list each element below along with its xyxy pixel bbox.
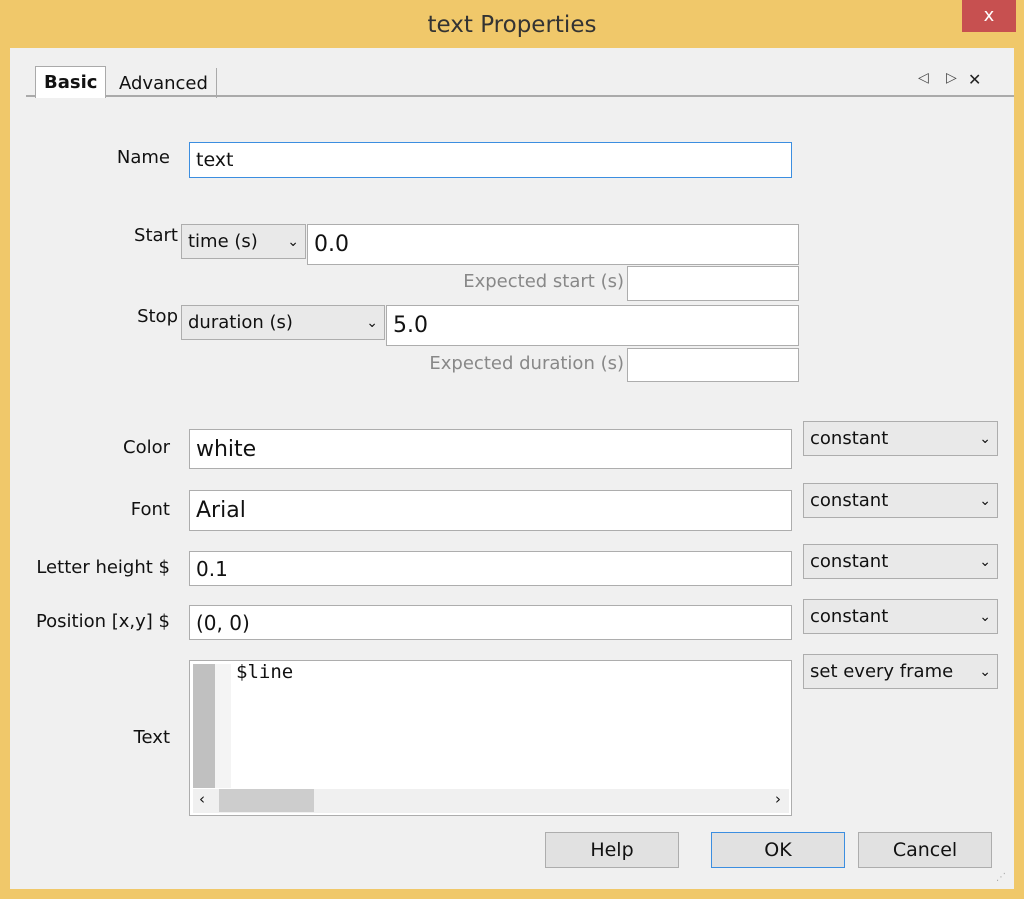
scrollbar-thumb[interactable] [219,789,314,812]
tab-close-icon[interactable]: ✕ [968,70,981,89]
text-mode-value: set every frame [810,661,954,682]
start-label: Start [134,225,178,246]
position-input[interactable]: (0, 0) [189,605,792,640]
resize-grip-icon[interactable]: ⋰ [996,872,1006,883]
tab-basic[interactable]: Basic [35,66,107,98]
chevron-down-icon: ⌄ [979,608,991,625]
expected-start-label: Expected start (s) [463,271,624,292]
letter-height-mode-select[interactable]: constant ⌄ [803,544,998,579]
stop-label: Stop [137,306,178,327]
chevron-down-icon: ⌄ [366,314,378,331]
start-type-select[interactable]: time (s) ⌄ [181,224,306,259]
position-label: Position [x,y] $ [35,611,170,632]
start-type-value: time (s) [188,231,258,252]
fold-margin [215,664,231,788]
letter-height-mode-value: constant [810,551,889,572]
stop-type-value: duration (s) [188,312,293,333]
chevron-down-icon: ⌄ [979,553,991,570]
chevron-down-icon: ⌄ [979,492,991,509]
name-input[interactable]: text [189,142,792,178]
expected-start-input[interactable] [627,266,799,301]
text-editor[interactable]: $line ‹ › [189,660,792,816]
start-input[interactable]: 0.0 [307,224,799,265]
text-label: Text [133,727,170,748]
letter-height-input[interactable]: 0.1 [189,551,792,586]
font-mode-value: constant [810,490,889,511]
cancel-button[interactable]: Cancel [858,832,992,868]
letter-height-label: Letter height $ [36,557,170,578]
close-button[interactable]: x [962,0,1016,32]
expected-duration-input[interactable] [627,348,799,382]
stop-input[interactable]: 5.0 [386,305,799,346]
position-mode-select[interactable]: constant ⌄ [803,599,998,634]
name-label: Name [116,147,170,168]
line-number-gutter [193,664,215,788]
text-mode-select[interactable]: set every frame ⌄ [803,654,998,689]
window-title: text Properties [427,12,597,38]
color-input[interactable]: white [189,429,792,469]
chevron-down-icon: ⌄ [979,663,991,680]
text-content[interactable]: $line [236,661,293,683]
scroll-left-icon[interactable]: ‹ [199,790,205,808]
chevron-down-icon: ⌄ [979,430,991,447]
stop-type-select[interactable]: duration (s) ⌄ [181,305,385,340]
color-label: Color [123,437,170,458]
help-button[interactable]: Help [545,832,679,868]
chevron-down-icon: ⌄ [287,233,299,250]
tab-next-icon[interactable]: ▷ [946,70,957,86]
tab-divider [26,95,1014,97]
color-mode-value: constant [810,428,889,449]
scroll-right-icon[interactable]: › [775,790,781,808]
tab-advanced[interactable]: Advanced [111,68,217,98]
position-mode-value: constant [810,606,889,627]
expected-duration-label: Expected duration (s) [429,353,624,374]
color-mode-select[interactable]: constant ⌄ [803,421,998,456]
ok-button[interactable]: OK [711,832,845,868]
tab-prev-icon[interactable]: ◁ [918,70,929,86]
horizontal-scrollbar[interactable]: ‹ › [193,789,789,813]
font-mode-select[interactable]: constant ⌄ [803,483,998,518]
font-label: Font [130,499,170,520]
font-input[interactable]: Arial [189,490,792,531]
